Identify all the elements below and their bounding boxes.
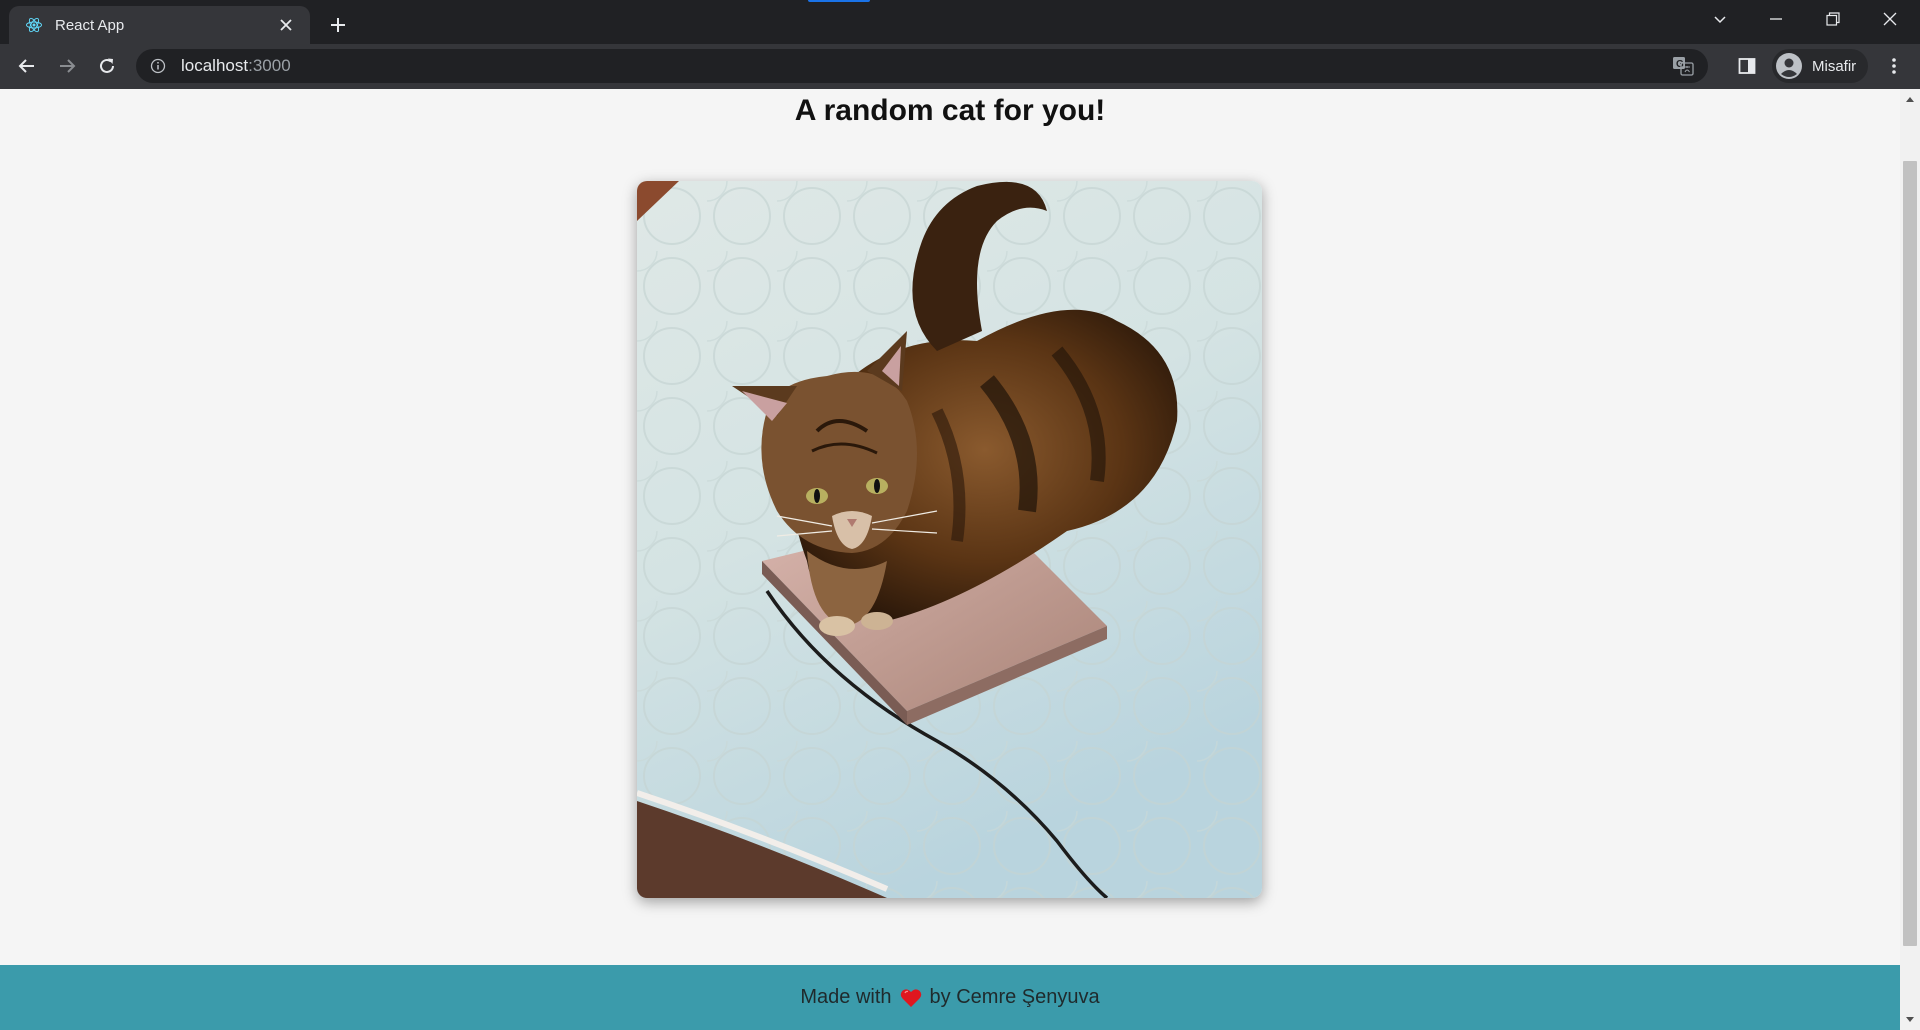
close-tab-icon[interactable] — [274, 13, 298, 37]
new-tab-button[interactable] — [322, 9, 354, 41]
browser-tab-active[interactable]: React App — [9, 6, 310, 44]
footer-prefix: Made with — [800, 986, 892, 1008]
more-vert-icon — [1892, 58, 1896, 74]
reload-icon — [100, 58, 114, 73]
profile-button[interactable]: Misafir — [1772, 49, 1869, 83]
minimize-icon — [1770, 18, 1782, 20]
profile-label: Misafir — [1812, 57, 1857, 75]
restore-window-button[interactable] — [1805, 0, 1861, 38]
restore-icon — [1826, 12, 1840, 26]
address-bar[interactable]: localhost:3000 G — [136, 49, 1708, 83]
react-logo-icon — [25, 16, 43, 34]
translate-icon[interactable]: G — [1672, 56, 1694, 76]
scroll-down-arrow-icon[interactable] — [1900, 1010, 1920, 1030]
back-button[interactable] — [10, 49, 44, 83]
scroll-up-arrow-icon[interactable] — [1900, 89, 1920, 109]
side-panel-icon — [1738, 58, 1756, 74]
tab-search-indicator — [808, 0, 870, 2]
page-footer: Made with by Cemre Şenyuva — [0, 965, 1900, 1030]
reload-button[interactable] — [90, 49, 124, 83]
cat-image — [637, 181, 1262, 898]
close-window-button[interactable] — [1862, 0, 1918, 38]
heart-icon — [900, 988, 922, 1008]
url-port: :3000 — [248, 56, 291, 75]
forward-button[interactable] — [50, 49, 84, 83]
tab-search-button[interactable] — [1692, 0, 1748, 38]
arrow-right-icon — [60, 59, 76, 73]
browser-toolbar: localhost:3000 G Misafir — [0, 44, 1920, 89]
close-icon — [1883, 12, 1897, 26]
side-panel-button[interactable] — [1735, 54, 1759, 78]
browser-tabstrip: React App — [0, 0, 1920, 44]
footer-author: by Cemre Şenyuva — [929, 986, 1100, 1008]
browser-menu-button[interactable] — [1880, 52, 1908, 80]
plus-icon — [331, 18, 345, 32]
tab-title: React App — [55, 16, 125, 34]
svg-text:G: G — [1676, 59, 1684, 70]
chevron-down-icon — [1714, 16, 1726, 24]
scrollbar-thumb[interactable] — [1903, 161, 1917, 946]
site-info-icon[interactable] — [149, 57, 167, 75]
url-host: localhost — [181, 56, 249, 75]
page-viewport: A random cat for you! Made with by Cemre… — [0, 89, 1920, 1030]
page-title: A random cat for you! — [794, 94, 1106, 127]
guest-profile-icon — [1776, 53, 1802, 79]
vertical-scrollbar[interactable] — [1900, 89, 1920, 1030]
arrow-left-icon — [18, 59, 34, 73]
cat-photo — [637, 181, 1262, 898]
minimize-window-button[interactable] — [1748, 0, 1804, 38]
